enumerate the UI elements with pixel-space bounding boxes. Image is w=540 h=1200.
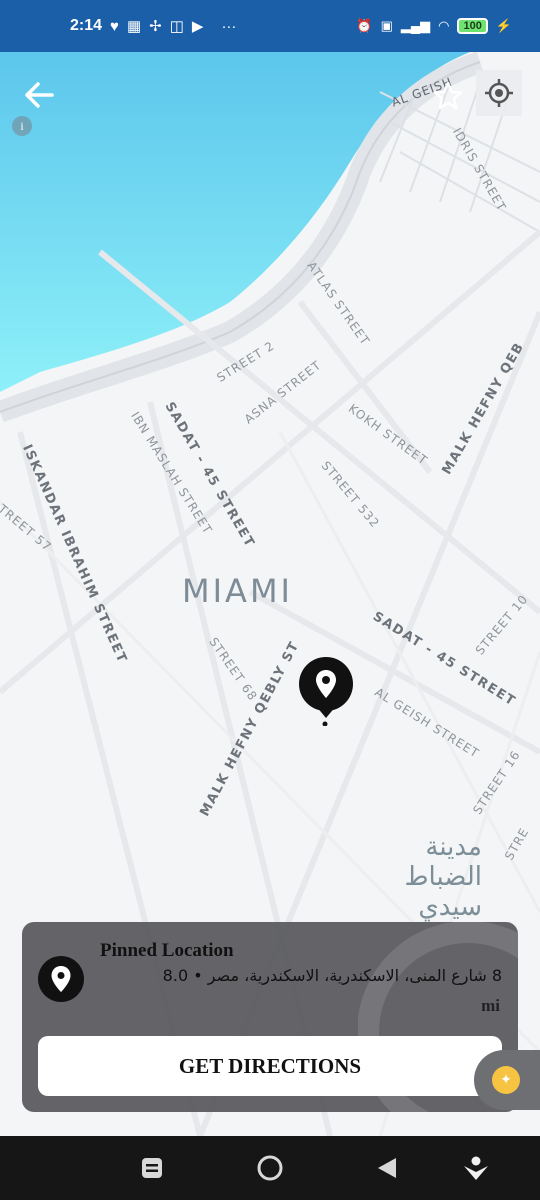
recents-icon[interactable]: [138, 1154, 166, 1182]
home-icon[interactable]: [256, 1154, 284, 1182]
back-icon[interactable]: [374, 1154, 402, 1182]
map-pin[interactable]: [298, 656, 354, 726]
sim-icon: ▦: [126, 18, 142, 35]
location-pin-icon: [51, 966, 71, 992]
signal-icon: ▂▄▆: [400, 18, 431, 33]
volte-icon: ▣: [380, 18, 393, 33]
arrow-left-icon: [25, 82, 54, 108]
battery-icon: 100: [457, 18, 488, 34]
distance-unit: mi: [481, 996, 500, 1015]
system-nav-bar: [0, 1136, 540, 1200]
youtube-icon: ▶: [191, 18, 204, 35]
crosshair-icon: [485, 79, 513, 107]
accessibility-icon[interactable]: [462, 1154, 490, 1182]
location-pin-icon: [299, 657, 353, 726]
status-bar: 2:14 ♥ ▦ ✢ ◫ ▶ ··· ⏰ ▣ ▂▄▆ ◠ 100 ⚡: [0, 0, 540, 52]
my-location-button[interactable]: [476, 70, 522, 116]
star-icon: [433, 81, 463, 110]
favorite-button[interactable]: [432, 80, 464, 112]
chat-icon: ♥: [110, 17, 119, 35]
arabic-area-label: مدينة الضباط سيدي: [404, 832, 482, 922]
pinned-location-sheet: Pinned Location 8 شارع المنى، الاسكندرية…: [22, 922, 518, 1112]
cast-icon: ◫: [169, 18, 184, 35]
sheet-title: Pinned Location: [100, 940, 234, 961]
floating-assist-button[interactable]: ✦: [474, 1050, 540, 1110]
charging-icon: ⚡: [495, 18, 512, 33]
fan-icon: ✢: [149, 18, 162, 35]
info-icon[interactable]: i: [12, 116, 32, 136]
area-label-miami: MIAMI: [182, 572, 293, 610]
more-icon: ···: [221, 17, 237, 35]
status-right: ⏰ ▣ ▂▄▆ ◠ 100 ⚡: [356, 18, 512, 34]
wifi-icon: ◠: [438, 18, 450, 33]
status-time: 2:14: [70, 17, 103, 34]
sheet-address: 8 شارع المنى، الاسكندرية، الاسكندرية، مص…: [162, 966, 502, 985]
back-button[interactable]: [22, 80, 58, 112]
assist-icon: ✦: [492, 1066, 520, 1094]
get-directions-button[interactable]: GET DIRECTIONS: [38, 1036, 502, 1096]
sheet-pin-badge: [38, 956, 84, 1002]
alarm-icon: ⏰: [356, 18, 373, 33]
status-left: 2:14 ♥ ▦ ✢ ◫ ▶ ···: [70, 17, 236, 35]
